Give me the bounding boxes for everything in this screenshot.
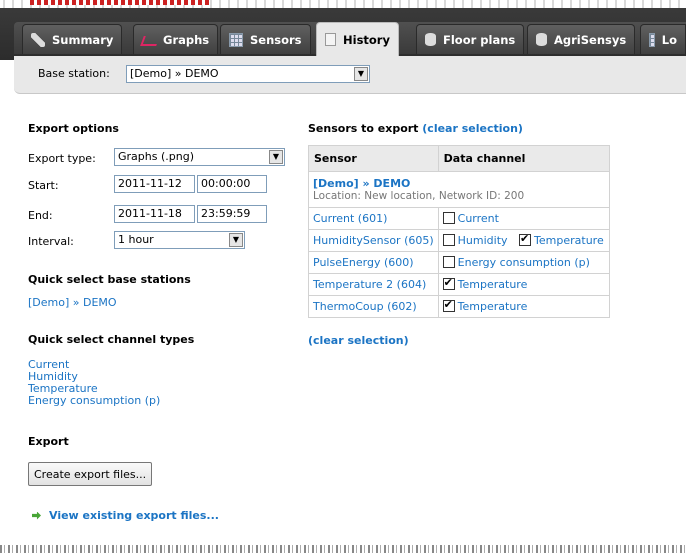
export-options-title: Export options xyxy=(28,122,119,135)
base-station-label: Base station: xyxy=(38,67,110,80)
channel-label: Temperature xyxy=(457,278,528,291)
start-time-input[interactable]: 00:00:00 xyxy=(197,175,267,193)
channel-checkbox-humidity[interactable]: Humidity xyxy=(442,234,508,247)
table-icon xyxy=(229,32,243,47)
export-type-label: Export type: xyxy=(28,152,96,165)
checkbox-checked[interactable] xyxy=(442,298,455,312)
table-header-row: Sensor Data channel xyxy=(308,145,611,172)
sensors-to-export-title: Sensors to export xyxy=(308,122,419,135)
start-label: Start: xyxy=(28,179,59,192)
sensor-name[interactable]: Temperature 2 (604) xyxy=(308,273,439,296)
chevron-down-icon: ▼ xyxy=(354,67,368,81)
start-date-input[interactable]: 2011-11-12 xyxy=(114,175,195,193)
quick-select-channels-title: Quick select channel types xyxy=(28,333,195,346)
interval-select[interactable]: 1 hour ▼ xyxy=(114,231,245,249)
quick-select-base-link[interactable]: [Demo] » DEMO xyxy=(28,297,117,309)
tab-label: Graphs xyxy=(163,32,210,47)
station-row: [Demo] » DEMO Location: New location, Ne… xyxy=(308,171,610,208)
tab-graphs[interactable]: Graphs xyxy=(133,24,219,54)
tab-history[interactable]: History xyxy=(316,22,399,56)
channel-checkbox-temperature[interactable]: Temperature xyxy=(442,298,528,313)
tab-agrisensys[interactable]: AgriSensys xyxy=(527,24,636,54)
data-channel-column-header: Data channel xyxy=(437,145,611,172)
channel-cell: Temperature xyxy=(437,295,611,318)
checkbox[interactable] xyxy=(442,256,455,268)
sensor-name[interactable]: HumiditySensor (605) xyxy=(308,229,439,252)
channel-label: Temperature xyxy=(457,300,528,313)
tab-label: Lo xyxy=(661,32,677,47)
sensor-name[interactable]: Current (601) xyxy=(308,207,439,230)
export-title: Export xyxy=(28,435,69,448)
quick-select-base-title: Quick select base stations xyxy=(28,273,191,286)
export-type-select[interactable]: Graphs (.png) ▼ xyxy=(114,148,285,166)
channel-checkbox-current[interactable]: Current xyxy=(442,212,499,225)
base-station-filter-bar: Base station: [Demo] » DEMO ▼ xyxy=(14,56,686,94)
base-station-select[interactable]: [Demo] » DEMO ▼ xyxy=(126,65,370,83)
channel-type-link[interactable]: Energy consumption (p) xyxy=(28,395,160,407)
station-cell: [Demo] » DEMO Location: New location, Ne… xyxy=(308,171,610,208)
tab-sensors[interactable]: Sensors xyxy=(220,24,311,54)
tab-lo[interactable]: Lo xyxy=(640,24,686,54)
sensor-name[interactable]: PulseEnergy (600) xyxy=(308,251,439,274)
checkbox-checked[interactable] xyxy=(519,232,532,246)
tab-label: Summary xyxy=(52,32,114,47)
summary-icon xyxy=(31,32,45,47)
base-station-value: [Demo] » DEMO xyxy=(130,67,219,80)
database-icon xyxy=(536,33,547,46)
channel-cell: Energy consumption (p) xyxy=(437,251,611,274)
table-row: Current (601) Current xyxy=(308,207,611,230)
channel-checkbox-energy[interactable]: Energy consumption (p) xyxy=(442,256,590,269)
channel-label: Humidity xyxy=(457,234,508,247)
torn-edge-top xyxy=(0,0,686,8)
table-row: PulseEnergy (600) Energy consumption (p) xyxy=(308,251,611,274)
table-row: ThermoCoup (602) Temperature xyxy=(308,295,611,318)
sensor-name[interactable]: ThermoCoup (602) xyxy=(308,295,439,318)
station-link[interactable]: [Demo] » DEMO xyxy=(313,177,605,190)
graph-icon xyxy=(142,33,156,47)
interval-value: 1 hour xyxy=(118,233,154,246)
channel-cell: Current xyxy=(437,207,611,230)
channel-label: Energy consumption (p) xyxy=(457,256,590,269)
checkbox-checked[interactable] xyxy=(442,276,455,290)
end-label: End: xyxy=(28,209,53,222)
tab-label: Floor plans xyxy=(443,32,516,47)
clear-selection-bottom-link[interactable]: (clear selection) xyxy=(308,334,409,347)
export-type-value: Graphs (.png) xyxy=(118,150,194,163)
view-export-files-label: View existing export files... xyxy=(49,509,219,522)
sensors-to-export-heading: Sensors to export (clear selection) xyxy=(308,122,523,135)
channel-label: Current xyxy=(457,212,499,225)
document-icon xyxy=(325,33,336,46)
interval-label: Interval: xyxy=(28,235,74,248)
chevron-down-icon: ▼ xyxy=(269,150,283,164)
channel-checkbox-temperature[interactable]: Temperature xyxy=(519,232,604,247)
tab-bar: Summary Graphs Sensors History Floor pla… xyxy=(0,8,686,60)
sensors-table: Sensor Data channel [Demo] » DEMO Locati… xyxy=(308,145,611,318)
tab-summary[interactable]: Summary xyxy=(22,24,123,54)
chevron-down-icon: ▼ xyxy=(229,233,243,247)
checkbox[interactable] xyxy=(442,212,455,224)
table-icon xyxy=(649,32,655,47)
station-location: Location: New location, Network ID: 200 xyxy=(313,190,525,202)
tab-floor-plans[interactable]: Floor plans xyxy=(416,24,525,54)
end-time-input[interactable]: 23:59:59 xyxy=(197,205,267,223)
clear-selection-link[interactable]: (clear selection) xyxy=(422,122,523,135)
end-date-input[interactable]: 2011-11-18 xyxy=(114,205,195,223)
channel-cell: Humidity Temperature xyxy=(437,229,611,252)
tab-label: Sensors xyxy=(250,32,302,47)
channel-label: Temperature xyxy=(534,234,604,247)
tab-label: AgriSensys xyxy=(554,32,627,47)
view-export-files-link[interactable]: View existing export files... xyxy=(32,509,219,522)
create-export-files-button[interactable]: Create export files... xyxy=(28,462,153,486)
sensor-column-header: Sensor xyxy=(308,145,439,172)
arrow-right-icon xyxy=(32,511,41,520)
channel-cell: Temperature xyxy=(437,273,611,296)
channel-checkbox-temperature[interactable]: Temperature xyxy=(442,276,528,291)
torn-edge-bottom xyxy=(0,545,686,553)
table-row: HumiditySensor (605) Humidity Temperatur… xyxy=(308,229,611,252)
checkbox[interactable] xyxy=(442,234,455,246)
database-icon xyxy=(425,33,436,46)
table-row: Temperature 2 (604) Temperature xyxy=(308,273,611,296)
tab-label: History xyxy=(343,32,390,47)
